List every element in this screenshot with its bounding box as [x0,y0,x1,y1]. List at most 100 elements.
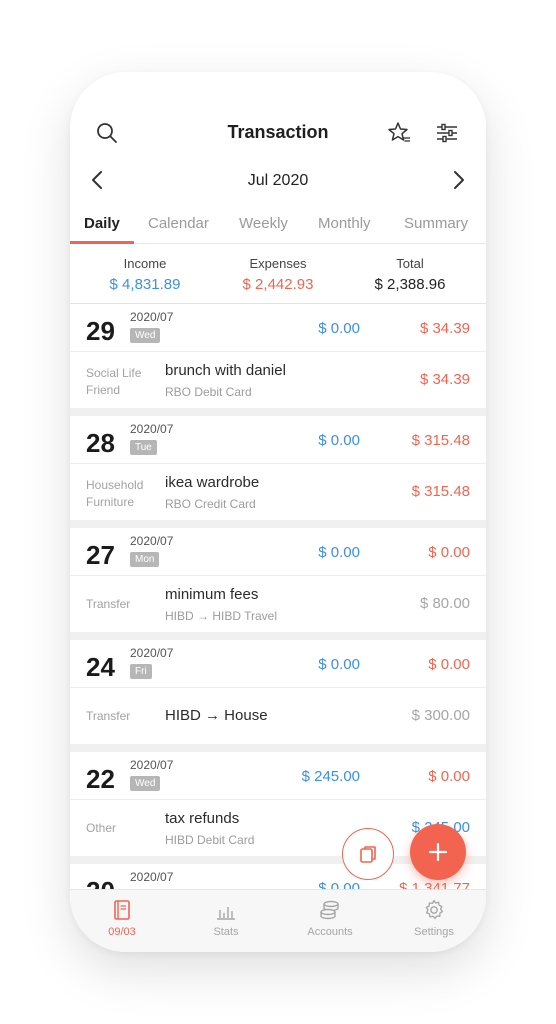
tab-summary[interactable]: Summary [404,215,468,232]
nav-item-transactions[interactable]: 09/03 [70,898,174,938]
transaction-row[interactable]: Transfer minimum fees HIBD → HIBD Travel… [70,576,486,632]
day-expense: $ 0.00 [428,656,470,673]
weekday-badge: Wed [130,328,161,343]
day-expense: $ 1,341.77 [399,880,470,889]
chevron-right-icon[interactable] [446,168,470,192]
day-expense: $ 0.00 [428,544,470,561]
transaction-account: HIBD → HIBD Travel [165,609,278,623]
copy-icon [360,846,376,863]
transaction-category: Transfer [86,708,130,725]
transaction-category: Other [86,820,116,837]
view-tabs: Daily Calendar Weekly Monthly Summary [70,208,486,244]
nav-label: Settings [414,926,454,938]
transaction-row[interactable]: Social Life Friend brunch with daniel RB… [70,352,486,408]
day-group: 28 2020/07 Tue $ 0.00 $ 315.48 Household… [70,416,486,520]
day-income: $ 0.00 [318,544,360,561]
day-income: $ 0.00 [318,656,360,673]
expenses-label: Expenses [249,256,307,271]
day-expense: $ 34.39 [419,320,470,337]
day-number: 29 [86,316,115,346]
transaction-name: ikea wardrobe [165,474,260,491]
bar-chart-icon [217,907,235,920]
transaction-name: brunch with daniel [165,362,286,379]
day-group: 24 2020/07 Fri $ 0.00 $ 0.00 Transfer HI… [70,640,486,744]
nav-label: Accounts [307,926,353,938]
gear-icon [425,899,444,920]
tab-weekly[interactable]: Weekly [239,215,288,232]
transaction-amount: $ 315.48 [411,483,470,500]
total-label: Total [396,256,424,271]
nav-item-stats[interactable]: Stats [174,898,278,938]
day-expense: $ 315.48 [411,432,470,449]
filter-sliders-icon[interactable] [434,120,460,146]
income-label: Income [123,256,167,271]
title-bar: Transaction [70,112,486,152]
add-transaction-button[interactable] [410,824,466,880]
weekday-badge: Fri [130,664,152,679]
day-income: $ 0.00 [318,320,360,337]
day-header[interactable]: 28 2020/07 Tue $ 0.00 $ 315.48 [70,416,486,464]
book-icon [114,900,130,920]
transaction-row[interactable]: Household Furniture ikea wardrobe RBO Cr… [70,464,486,520]
month-navigator: Jul 2020 [70,164,486,196]
bottom-navigation: 09/03 Stats Accounts Settings [70,889,486,952]
bookmark-star-icon[interactable] [386,120,412,146]
subcategory-label: Furniture [86,495,135,509]
day-income: $ 245.00 [301,768,360,785]
category-label: Other [86,821,117,835]
tab-monthly[interactable]: Monthly [318,215,371,232]
transaction-account: RBO Debit Card [165,385,252,399]
day-income: $ 0.00 [318,432,360,449]
day-number: 24 [86,652,115,682]
day-number: 28 [86,428,115,458]
day-group: 27 2020/07 Mon $ 0.00 $ 0.00 Transfer mi… [70,528,486,632]
nav-item-settings[interactable]: Settings [382,898,486,938]
transaction-category: Transfer [86,596,130,613]
day-expense: $ 0.00 [428,768,470,785]
weekday-badge: Tue [130,440,157,455]
transaction-name: tax refunds [165,810,240,827]
day-year-month: 2020/07 [130,310,174,324]
page-title: Transaction [227,122,329,142]
income-summary: Income $ 4,831.89 [76,256,214,293]
day-year-month: 2020/07 [130,534,174,548]
transaction-category: Household Furniture [86,477,143,511]
expenses-value: $ 2,442.93 [242,276,314,293]
tab-daily[interactable]: Daily [84,215,120,232]
day-income: $ 0.00 [318,880,360,889]
weekday-badge: Wed [130,776,161,791]
transaction-account: HIBD Debit Card [165,833,255,847]
day-number: 27 [86,540,115,570]
transaction-list[interactable]: 29 2020/07 Wed $ 0.00 $ 34.39 Social Lif… [70,304,486,889]
category-label: Social Life [86,366,142,380]
nav-label: Stats [213,926,239,938]
day-header[interactable]: 29 2020/07 Wed $ 0.00 $ 34.39 [70,304,486,352]
copy-button[interactable] [342,828,394,880]
transaction-name: minimum fees [165,586,259,603]
tab-calendar[interactable]: Calendar [148,215,209,232]
weekday-badge: Mon [130,552,160,567]
subcategory-label: Friend [86,383,121,397]
category-label: Transfer [86,597,131,611]
day-header[interactable]: 22 2020/07 Wed $ 245.00 $ 0.00 [70,752,486,800]
day-header[interactable]: 27 2020/07 Mon $ 0.00 $ 0.00 [70,528,486,576]
nav-label: 09/03 [108,926,136,938]
day-number: 22 [86,764,115,794]
category-label: Household [86,478,144,492]
day-header[interactable]: 24 2020/07 Fri $ 0.00 $ 0.00 [70,640,486,688]
total-summary: Total $ 2,388.96 [341,256,479,293]
nav-item-accounts[interactable]: Accounts [278,898,382,938]
day-year-month: 2020/07 [130,422,174,436]
day-year-month: 2020/07 [130,870,174,884]
coins-icon [320,900,339,920]
day-number: 20 [86,876,115,889]
transaction-screen: Transaction Jul 2020 Daily Calendar Week… [70,72,486,952]
category-label: Transfer [86,709,131,723]
transaction-account: RBO Credit Card [165,497,256,511]
transaction-row[interactable]: Transfer HIBD → House $ 300.00 [70,688,486,744]
day-year-month: 2020/07 [130,646,174,660]
day-group: 29 2020/07 Wed $ 0.00 $ 34.39 Social Lif… [70,304,486,408]
current-month[interactable]: Jul 2020 [70,172,486,190]
day-year-month: 2020/07 [130,758,174,772]
period-summary: Income $ 4,831.89 Expenses $ 2,442.93 To… [70,244,486,304]
